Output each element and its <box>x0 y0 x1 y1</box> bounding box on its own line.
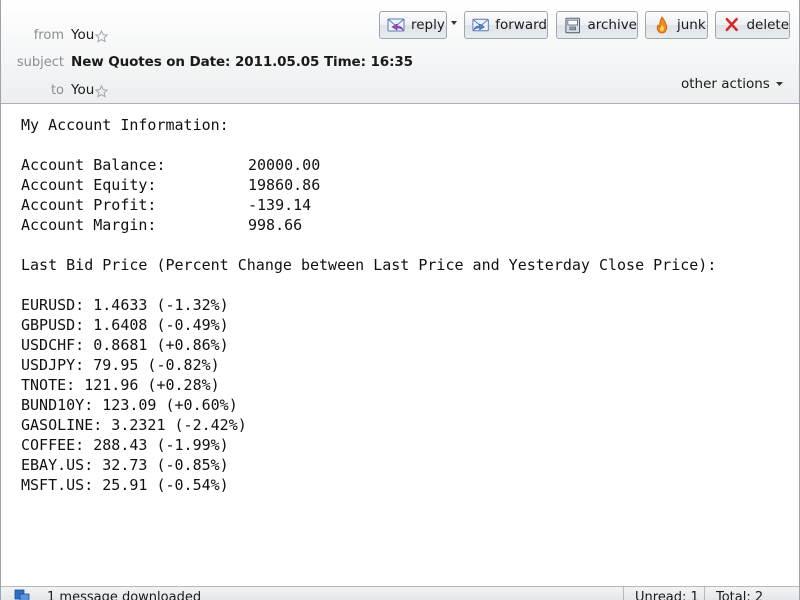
unread-count: Unread: 1 <box>623 587 715 600</box>
quote-line: EURUSD: 1.4633 (-1.32%) <box>21 296 229 314</box>
archive-label: archive <box>587 17 637 33</box>
junk-button[interactable]: junk <box>645 11 708 39</box>
forward-button[interactable]: forward <box>464 11 548 39</box>
quote-line: GASOLINE: 3.2321 (-2.42%) <box>21 416 247 434</box>
quote-line: MSFT.US: 25.91 (-0.54%) <box>21 476 229 494</box>
forward-label: forward <box>495 17 547 33</box>
total-count: Total: 2 <box>704 587 796 600</box>
account-balance-label: Account Balance: <box>21 156 166 174</box>
account-equity-label: Account Equity: <box>21 176 157 194</box>
to-label: to <box>50 82 64 98</box>
reply-envelope-icon <box>387 18 405 32</box>
status-message: 1 message downloaded <box>47 590 202 600</box>
subject-value: New Quotes on Date: 2011.05.05 Time: 16:… <box>71 54 413 70</box>
message-header: from You subject New Quotes on Date: 201… <box>1 0 799 104</box>
delete-x-icon <box>725 17 738 32</box>
subject-label: subject <box>16 54 64 70</box>
account-margin-value: 998.66 <box>248 216 303 234</box>
star-icon[interactable] <box>95 84 109 98</box>
to-row: to You <box>1 80 109 100</box>
account-equity-value: 19860.86 <box>248 176 321 194</box>
quote-line: BUND10Y: 123.09 (+0.60%) <box>21 396 238 414</box>
chevron-down-icon <box>775 81 783 86</box>
from-label: from <box>33 27 64 43</box>
quote-line: TNOTE: 121.96 (+0.28%) <box>21 376 220 394</box>
quote-line: COFFEE: 288.43 (-1.99%) <box>21 436 229 454</box>
archive-button[interactable]: archive <box>556 11 638 39</box>
to-value[interactable]: You <box>71 82 94 98</box>
message-body: My Account Information: Account Balance:… <box>1 104 799 585</box>
delete-button[interactable]: delete <box>715 11 790 39</box>
other-actions-menu[interactable]: other actions <box>681 76 783 92</box>
star-icon[interactable] <box>95 29 109 43</box>
junk-flame-icon <box>656 16 668 34</box>
reply-menu-chevron-down-icon[interactable] <box>450 19 458 27</box>
account-margin-label: Account Margin: <box>21 216 157 234</box>
other-actions-label: other actions <box>681 76 770 92</box>
delete-label: delete <box>746 17 789 33</box>
forward-envelope-icon <box>472 18 489 32</box>
reply-label: reply <box>411 17 445 33</box>
account-info-title: My Account Information: <box>21 116 229 134</box>
quote-line: USDJPY: 79.95 (-0.82%) <box>21 356 220 374</box>
account-balance-value: 20000.00 <box>248 156 321 174</box>
junk-label: junk <box>677 17 706 33</box>
from-value[interactable]: You <box>71 27 94 43</box>
from-row: from You <box>1 25 109 45</box>
account-profit-value: -139.14 <box>248 196 312 214</box>
status-bar: 1 message downloaded Unread: 1 Total: 2 <box>1 586 799 600</box>
account-profit-label: Account Profit: <box>21 196 157 214</box>
quote-line: EBAY.US: 32.73 (-0.85%) <box>21 456 229 474</box>
subject-row: subject New Quotes on Date: 2011.05.05 T… <box>1 52 413 72</box>
prices-heading: Last Bid Price (Percent Change between L… <box>21 256 717 274</box>
mail-window: from You subject New Quotes on Date: 201… <box>0 0 800 600</box>
reply-button[interactable]: reply <box>379 11 447 39</box>
archive-box-icon <box>565 17 581 34</box>
quote-line: USDCHF: 0.8681 (+0.86%) <box>21 336 229 354</box>
activity-icon <box>14 589 30 600</box>
quote-line: GBPUSD: 1.6408 (-0.49%) <box>21 316 229 334</box>
